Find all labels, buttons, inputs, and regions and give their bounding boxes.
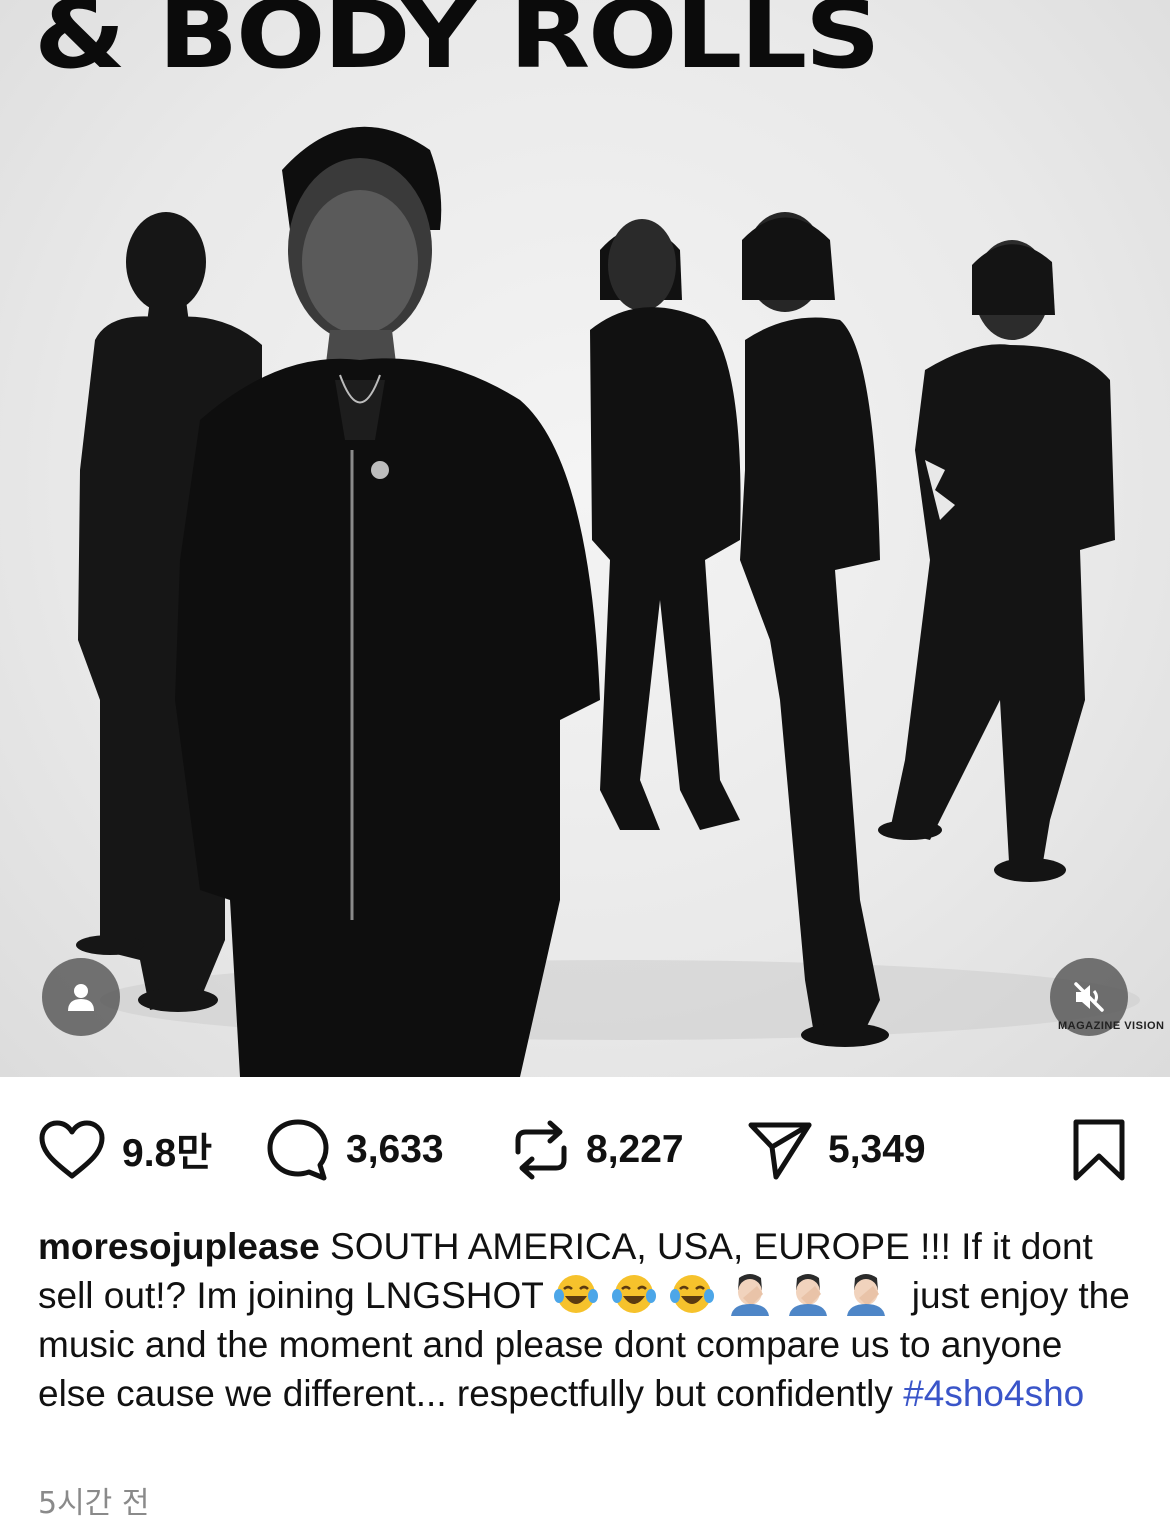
caption-username[interactable]: moresojuplease [38,1226,320,1267]
post-timestamp: 5시간 전 [38,1486,150,1521]
group-photo [76,126,1140,1077]
user-tag-button[interactable] [42,958,120,1036]
muted-speaker-icon [1074,982,1104,1012]
share-count: 5,349 [828,1128,926,1171]
post-caption: moresojuplease SOUTH AMERICA, USA, EUROP… [38,1222,1138,1418]
photo-credit: MAGAZINE VISION [1058,1020,1165,1032]
tears-of-joy-emoji [670,1275,715,1313]
hashtag-link[interactable]: #4sho4sho [903,1373,1084,1414]
person-right-center [740,212,889,1047]
like-count: 9.8만 [122,1132,213,1175]
bookmark-button[interactable] [1070,1118,1128,1187]
action-bar: 9.8만 3,633 8,227 5,349 [0,1110,1170,1190]
heart-icon [39,1120,105,1179]
tears-of-joy-emoji [612,1275,657,1313]
tears-of-joy-emoji [554,1275,599,1313]
share-button[interactable]: 5,349 [746,1110,926,1190]
user-icon [68,984,94,1011]
post-media[interactable]: & BODY ROLLS MAGAZINE VISION [0,0,1170,1077]
paper-plane-icon [748,1122,812,1180]
comment-button[interactable]: 3,633 [264,1110,444,1190]
repost-count: 8,227 [586,1128,684,1171]
repost-button[interactable]: 8,227 [510,1110,684,1190]
comment-count: 3,633 [346,1128,444,1171]
like-button[interactable]: 9.8만 [36,1110,212,1190]
facepalm-emoji [789,1274,828,1316]
person-far-right [878,240,1115,882]
facepalm-emoji [847,1274,886,1316]
comment-bubble-icon [267,1119,329,1181]
bookmark-icon [1073,1119,1125,1181]
facepalm-emoji [731,1274,770,1316]
person-back-center [590,219,741,831]
repost-icon [515,1120,567,1180]
person-front-center [175,126,600,1077]
